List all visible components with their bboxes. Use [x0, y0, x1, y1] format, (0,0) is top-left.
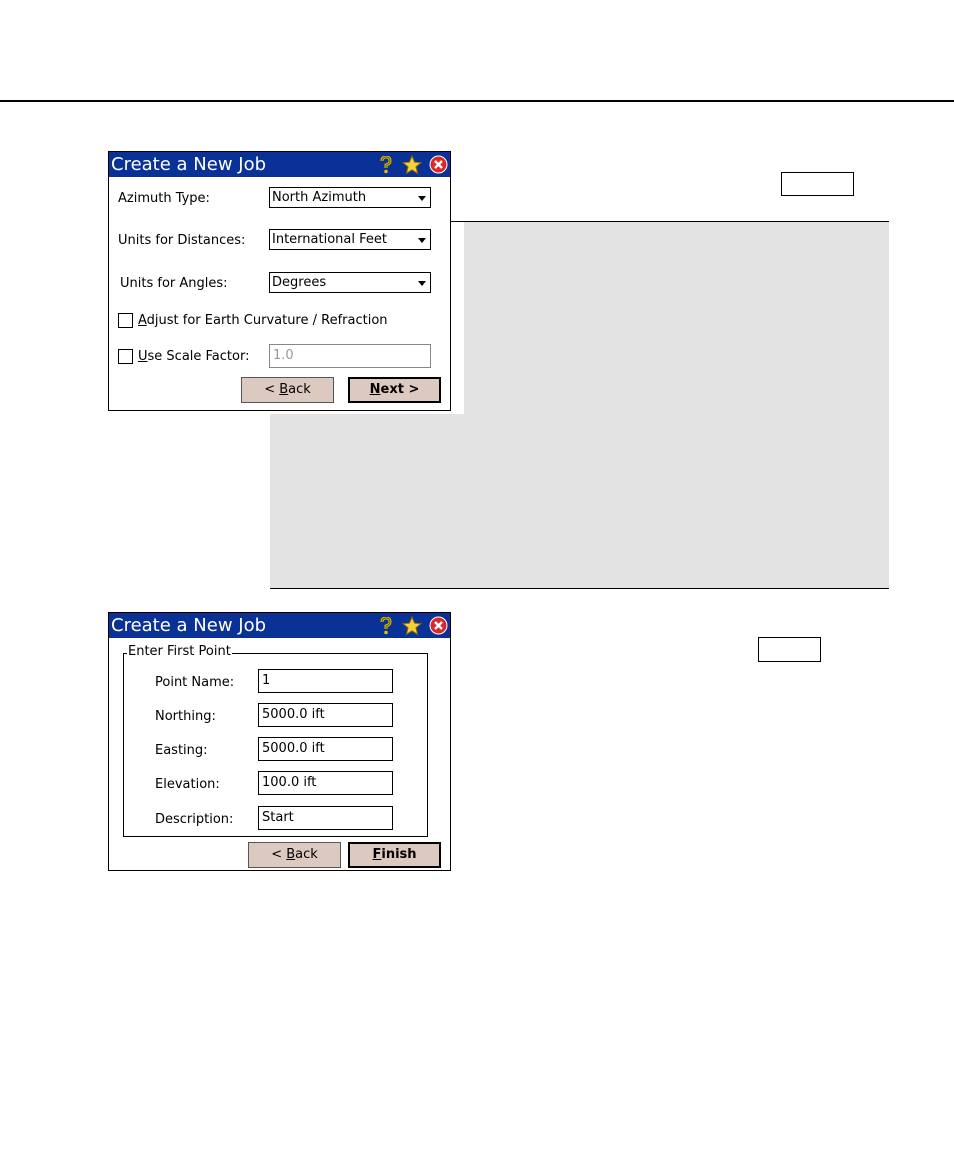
angle-units-label: Units for Angles: [120, 276, 228, 291]
dialog-title: Create a New Job [111, 615, 267, 636]
description-input[interactable]: Start [258, 806, 393, 830]
earth-curvature-label[interactable]: Adjust for Earth Curvature / Refraction [138, 313, 388, 328]
button-reference-box [781, 172, 854, 196]
angle-units-value: Degrees [272, 275, 327, 290]
angle-units-select[interactable]: Degrees [269, 272, 431, 293]
chevron-down-icon [418, 281, 426, 286]
distance-units-select[interactable]: International Feet [269, 229, 431, 250]
titlebar-icons [376, 152, 448, 177]
button-reference-box-2 [758, 637, 821, 662]
distance-units-value: International Feet [272, 232, 387, 247]
star-icon[interactable] [402, 154, 422, 175]
earth-curvature-checkbox[interactable] [118, 313, 133, 328]
azimuth-type-label: Azimuth Type: [118, 191, 210, 206]
scale-factor-label[interactable]: Use Scale Factor: [138, 349, 249, 364]
back-button[interactable]: < Back [248, 842, 341, 868]
azimuth-type-select[interactable]: North Azimuth [269, 187, 431, 208]
northing-input[interactable]: 5000.0 ift [258, 703, 393, 727]
easting-input[interactable]: 5000.0 ift [258, 737, 393, 761]
finish-button[interactable]: Finish [348, 842, 441, 868]
dialog-titlebar: Create a New Job [109, 152, 450, 177]
next-button[interactable]: Next > [348, 377, 441, 403]
dialog-titlebar: Create a New Job [109, 613, 450, 638]
point-name-input[interactable]: 1 [258, 669, 393, 693]
star-icon[interactable] [402, 615, 422, 636]
elevation-input[interactable]: 100.0 ift [258, 771, 393, 795]
help-icon[interactable] [376, 155, 396, 175]
chevron-down-icon [418, 196, 426, 201]
help-icon[interactable] [376, 616, 396, 636]
back-button[interactable]: < Back [241, 377, 334, 403]
first-point-group-label: Enter First Point [127, 644, 232, 659]
description-label: Description: [155, 812, 234, 827]
titlebar-icons [376, 613, 448, 638]
create-job-dialog-first-point: Create a New Job Enter First Point Point… [108, 612, 451, 871]
top-rule [0, 100, 954, 102]
point-name-label: Point Name: [155, 675, 235, 690]
azimuth-type-value: North Azimuth [272, 190, 367, 205]
close-icon[interactable] [428, 155, 448, 175]
close-icon[interactable] [428, 616, 448, 636]
chevron-down-icon [418, 238, 426, 243]
create-job-dialog-units: Create a New Job Azimuth Type: North Azi… [108, 151, 451, 411]
northing-label: Northing: [155, 709, 216, 724]
scale-factor-checkbox[interactable] [118, 349, 133, 364]
easting-label: Easting: [155, 743, 208, 758]
distance-units-label: Units for Distances: [118, 233, 246, 248]
scale-factor-input[interactable]: 1.0 [269, 344, 431, 368]
elevation-label: Elevation: [155, 777, 220, 792]
dialog-title: Create a New Job [111, 154, 267, 175]
